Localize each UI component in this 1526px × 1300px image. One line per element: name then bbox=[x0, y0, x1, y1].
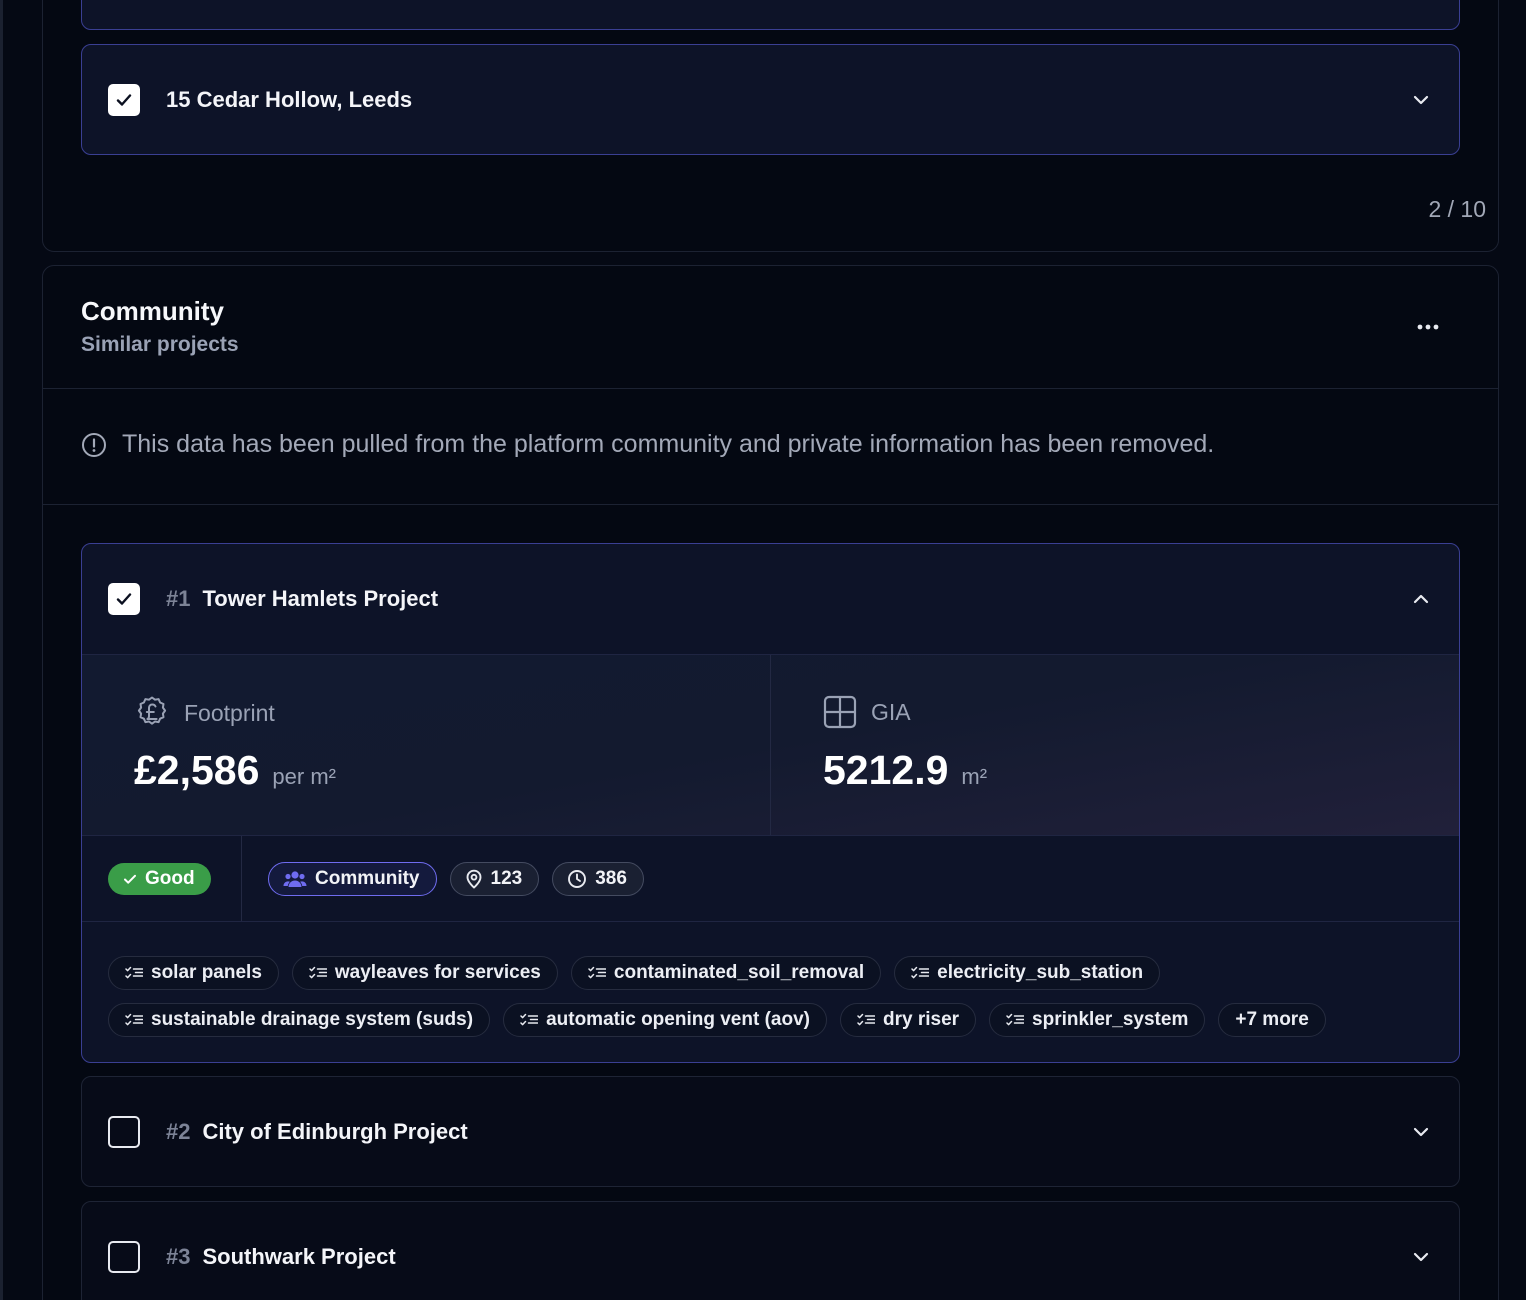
project-checkbox[interactable] bbox=[108, 1116, 140, 1148]
project-number: #3 bbox=[166, 1244, 191, 1269]
chevron-down-icon[interactable] bbox=[1409, 1245, 1433, 1269]
more-options-button[interactable] bbox=[1408, 312, 1448, 342]
project-card-1: #1 Tower Hamlets Project Footprint £2,58… bbox=[81, 543, 1460, 1063]
project-title: City of Edinburgh Project bbox=[202, 1119, 468, 1144]
section-subtitle: Similar projects bbox=[81, 333, 239, 356]
users-icon bbox=[283, 870, 307, 887]
location-badge[interactable]: 123 bbox=[449, 861, 540, 896]
check-icon bbox=[116, 94, 132, 106]
source-badge[interactable]: Community bbox=[268, 861, 437, 896]
footprint-stat: Footprint £2,586 per m² bbox=[82, 655, 770, 835]
more-tags-button[interactable]: +7 more bbox=[1218, 1003, 1326, 1037]
project-stats: Footprint £2,586 per m² GIA 5212.9 m² bbox=[82, 654, 1459, 836]
clock-icon bbox=[568, 869, 587, 888]
checklist-icon bbox=[520, 1013, 539, 1026]
tag: electricity_sub_station bbox=[894, 956, 1161, 990]
pagination-indicator: 2 / 10 bbox=[1428, 196, 1486, 222]
previous-project-card[interactable] bbox=[81, 0, 1460, 30]
stat-label: GIA bbox=[871, 698, 911, 725]
project-title: 15 Cedar Hollow, Leeds bbox=[166, 87, 413, 112]
divider bbox=[43, 388, 1498, 389]
rating-badge: Good bbox=[108, 862, 211, 895]
tag: wayleaves for services bbox=[291, 956, 558, 990]
tag: dry riser bbox=[839, 1003, 977, 1037]
checklist-icon bbox=[1006, 1013, 1025, 1026]
tag: sprinkler_system bbox=[989, 1003, 1206, 1037]
pound-coin-icon bbox=[137, 696, 167, 725]
stat-unit: m² bbox=[961, 764, 988, 789]
chevron-down-icon[interactable] bbox=[1409, 88, 1433, 112]
project-checkbox[interactable] bbox=[108, 1241, 140, 1273]
project-card-2[interactable]: #2 City of Edinburgh Project bbox=[81, 1076, 1460, 1187]
more-icon bbox=[1417, 324, 1439, 330]
grid-icon bbox=[823, 695, 857, 729]
project-title: Tower Hamlets Project bbox=[202, 586, 439, 611]
time-badge[interactable]: 386 bbox=[552, 861, 644, 896]
map-pin-icon bbox=[466, 869, 481, 888]
divider bbox=[43, 504, 1498, 505]
stat-label: Footprint bbox=[184, 699, 275, 726]
project-card-3[interactable]: #3 Southwark Project bbox=[81, 1201, 1460, 1300]
tag: automatic opening vent (aov) bbox=[503, 1003, 827, 1037]
stat-unit: per m² bbox=[272, 764, 336, 789]
chevron-down-icon[interactable] bbox=[1409, 1120, 1433, 1144]
project-card-header[interactable]: #1 Tower Hamlets Project bbox=[82, 544, 1459, 654]
section-title: Community bbox=[81, 296, 224, 326]
tag: solar panels bbox=[108, 956, 279, 990]
chevron-up-icon[interactable] bbox=[1409, 587, 1433, 611]
check-icon bbox=[124, 874, 136, 884]
stat-value: 5212.9 bbox=[823, 747, 949, 793]
checklist-icon bbox=[911, 966, 930, 979]
info-icon bbox=[82, 432, 106, 457]
tag: contaminated_soil_removal bbox=[570, 956, 882, 990]
stat-value: £2,586 bbox=[134, 747, 260, 793]
tag: sustainable drainage system (suds) bbox=[108, 1003, 491, 1037]
project-title: Southwark Project bbox=[202, 1244, 396, 1269]
project-checkbox[interactable] bbox=[108, 84, 140, 116]
checklist-icon bbox=[125, 966, 143, 979]
checklist-icon bbox=[125, 1013, 143, 1026]
checklist-icon bbox=[588, 966, 606, 979]
project-card-cedar-hollow[interactable]: 15 Cedar Hollow, Leeds bbox=[81, 44, 1460, 155]
gia-stat: GIA 5212.9 m² bbox=[770, 655, 1459, 835]
check-icon bbox=[116, 593, 132, 605]
project-badges: Good Community 123 386 bbox=[82, 836, 1459, 922]
project-checkbox[interactable] bbox=[108, 583, 140, 615]
checklist-icon bbox=[857, 1013, 875, 1026]
checklist-icon bbox=[309, 966, 327, 979]
project-tags: solar panels wayleaves for services cont… bbox=[108, 956, 1433, 1050]
notice-text: This data has been pulled from the platf… bbox=[122, 430, 1215, 458]
project-number: #2 bbox=[166, 1119, 191, 1144]
info-notice: This data has been pulled from the platf… bbox=[81, 430, 1214, 459]
project-number: #1 bbox=[166, 586, 191, 611]
page-edge-line bbox=[0, 0, 3, 1300]
